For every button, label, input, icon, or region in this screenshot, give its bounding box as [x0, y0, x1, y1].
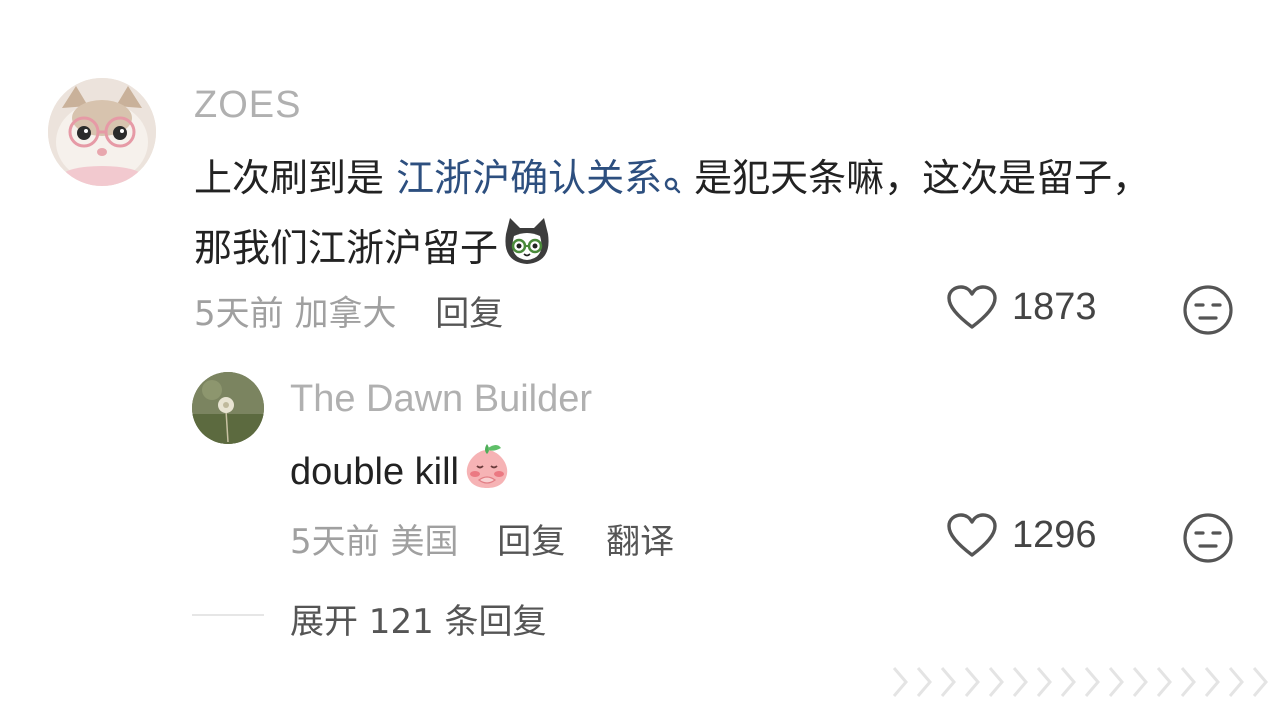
username[interactable]: The Dawn Builder	[290, 378, 592, 421]
reply-text: double kill	[290, 440, 513, 508]
reply-button[interactable]: 回复	[435, 294, 503, 334]
divider	[192, 614, 264, 616]
search-icon	[664, 152, 682, 216]
topic-link-label: 江浙沪确认关系	[396, 156, 663, 200]
watermark-logo	[884, 654, 1284, 711]
comment-meta: 5天前 加拿大 回复	[194, 286, 503, 335]
cat-avatar-image	[48, 78, 156, 186]
reply-location: 美国	[390, 522, 459, 562]
like-count: 1296	[1012, 513, 1097, 556]
dislike-button[interactable]	[1182, 284, 1234, 340]
like-button[interactable]: 1296	[946, 512, 1097, 558]
expressionless-face-icon	[1183, 285, 1233, 335]
expressionless-face-icon	[1183, 513, 1233, 563]
dislike-button[interactable]	[1182, 512, 1234, 568]
reply-button[interactable]: 回复	[497, 522, 565, 562]
heart-icon	[947, 513, 997, 557]
dandelion-avatar-image	[192, 372, 264, 444]
avatar[interactable]	[192, 372, 264, 444]
expand-replies-button[interactable]: 展开 121 条回复	[290, 594, 547, 643]
translate-button[interactable]: 翻译	[606, 522, 674, 562]
topic-link[interactable]: 江浙沪确认关系	[396, 156, 694, 200]
heart-icon	[947, 285, 997, 329]
reply-text-content: double kill	[290, 451, 459, 494]
comment-text: 上次刷到是 江浙沪确认关系 是犯天条嘛，这次是留子，那我们江浙沪留子	[194, 146, 1174, 285]
like-count: 1873	[1012, 285, 1097, 328]
reply-meta: 5天前 美国 回复 翻译	[290, 514, 674, 563]
comment-location: 加拿大	[294, 294, 397, 334]
peach-emoji-icon	[461, 440, 513, 508]
comment-text-start: 上次刷到是	[194, 156, 397, 200]
reply-time: 5天前	[290, 522, 380, 562]
avatar[interactable]	[48, 78, 156, 186]
comment-time: 5天前	[194, 294, 284, 334]
username[interactable]: ZOES	[194, 84, 301, 127]
cat-emoji-icon	[500, 216, 554, 285]
like-button[interactable]: 1873	[946, 284, 1097, 330]
